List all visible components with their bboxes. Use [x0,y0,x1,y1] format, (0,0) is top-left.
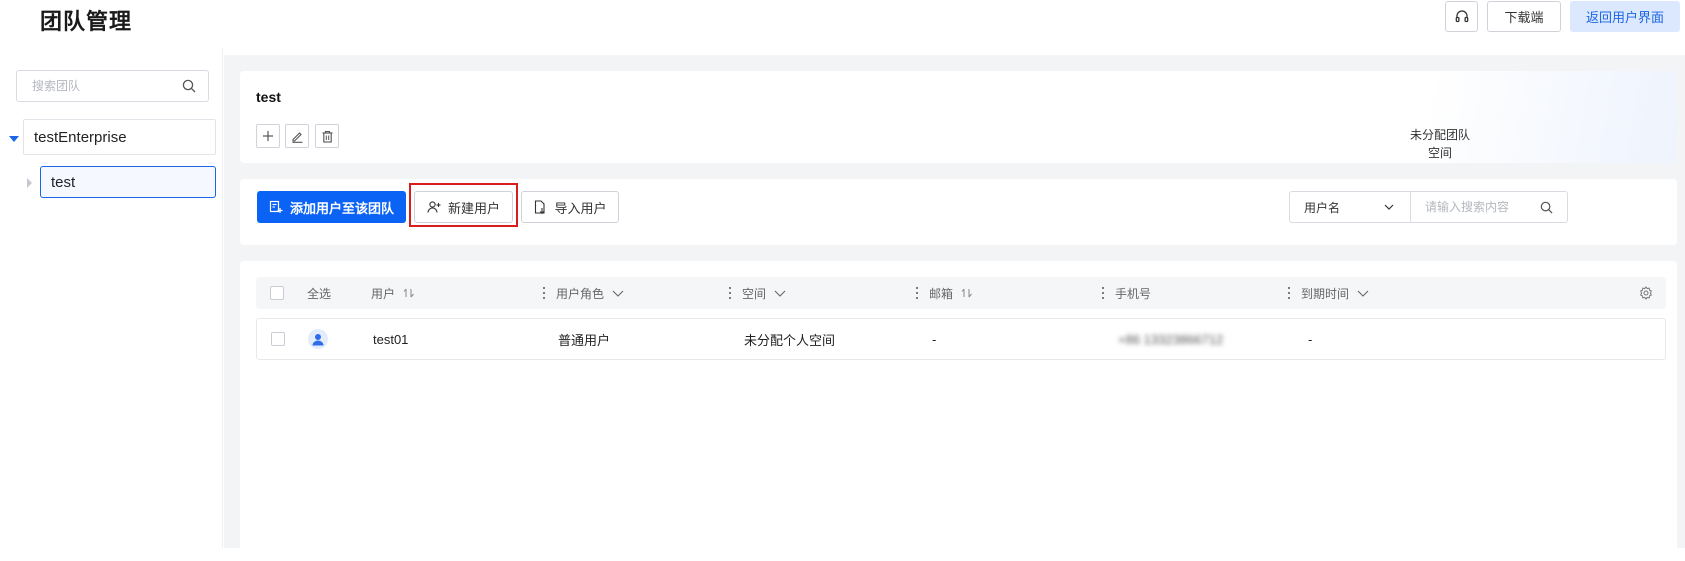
row-checkbox[interactable] [271,332,285,346]
column-header-email[interactable]: 邮箱 [929,277,973,309]
column-resize-handle[interactable] [1287,287,1290,299]
import-file-icon [535,200,546,214]
search-icon[interactable] [182,79,196,93]
column-header-expiry-label: 到期时间 [1301,286,1350,301]
expand-arrow-icon[interactable] [9,136,19,142]
collapse-arrow-icon[interactable] [27,178,32,188]
download-client-button[interactable]: 下载端 [1487,1,1561,32]
cell-role: 普通用户 [558,332,611,348]
import-user-button[interactable]: 导入用户 [521,191,619,223]
chevron-down-icon[interactable] [1357,290,1369,297]
cell-phone: +86 13323866712 [1118,331,1224,347]
unassigned-team-space-label: 未分配团队 空间 [1397,126,1483,162]
team-sidebar: testEnterprise test [0,48,223,548]
column-header-role-label: 用户角色 [556,286,605,301]
search-field-value: 用户名 [1304,200,1341,215]
column-resize-handle[interactable] [728,287,731,299]
avatar [308,329,328,349]
chevron-down-icon [1384,204,1394,210]
user-table-card: 全选 用户 用户角色 空间 邮箱 手机号 到期时间 test01 普通用户 未分… [240,261,1677,561]
headset-icon [1455,9,1468,22]
column-header-expiry[interactable]: 到期时间 [1301,277,1369,309]
tree-node-enterprise[interactable]: testEnterprise [23,119,216,155]
add-subteam-button[interactable] [256,124,280,148]
edit-icon [291,131,302,143]
delete-team-button[interactable] [315,124,339,148]
cell-expiry: - [1308,331,1313,347]
user-search-box[interactable] [1410,191,1568,223]
import-user-label: 导入用户 [554,200,607,216]
add-user-to-team-label: 添加用户至该团队 [289,200,394,216]
top-header: 团队管理 下载端 返回用户界面 [0,0,1685,48]
column-settings-button[interactable] [1639,277,1653,309]
unassigned-space-line1: 未分配团队 [1409,128,1470,142]
user-search-input[interactable] [1425,200,1535,214]
cell-space: 未分配个人空间 [744,332,836,348]
column-header-space-label: 空间 [742,286,767,301]
sort-icon[interactable] [961,288,973,298]
table-header: 全选 用户 用户角色 空间 邮箱 手机号 到期时间 [256,277,1666,309]
chevron-down-icon[interactable] [612,290,624,297]
highlight-box [409,183,518,227]
team-search-box[interactable] [16,70,209,102]
back-to-user-view-button[interactable]: 返回用户界面 [1570,1,1680,32]
add-to-list-icon [269,200,283,213]
gear-icon [1640,286,1652,300]
column-header-role[interactable]: 用户角色 [556,277,624,309]
select-all-label: 全选 [307,286,332,301]
user-avatar-icon [312,334,324,346]
customer-service-button[interactable] [1445,1,1478,32]
search-field-select[interactable]: 用户名 [1289,191,1411,223]
trash-icon [322,130,332,143]
team-name: test [256,89,281,105]
unassigned-space-line2: 空间 [1427,146,1452,160]
tree-node-team[interactable]: test [40,166,216,198]
edit-team-button[interactable] [285,124,309,148]
column-resize-handle[interactable] [1101,287,1104,299]
column-header-phone[interactable]: 手机号 [1115,277,1151,309]
column-header-space[interactable]: 空间 [742,277,786,309]
cell-user[interactable]: test01 [373,319,408,359]
page-title: 团队管理 [40,9,133,34]
column-header-user-label: 用户 [371,286,396,301]
sort-icon[interactable] [403,288,415,298]
column-resize-handle[interactable] [915,287,918,299]
select-all-checkbox[interactable] [270,286,284,300]
cell-email: - [932,331,937,347]
action-bar: 添加用户至该团队 新建用户 导入用户 用户名 [240,179,1677,245]
column-header-email-label: 邮箱 [929,286,954,301]
search-icon[interactable] [1540,201,1553,214]
plus-icon [263,131,273,141]
main-content: test 未分配团队 空间 添加用户至该团队 新建用户 导入用户 用户名 请输入… [224,55,1685,561]
team-info-card: test 未分配团队 空间 [240,71,1677,163]
add-user-to-team-button[interactable]: 添加用户至该团队 [257,191,406,223]
table-row[interactable]: test01 普通用户 未分配个人空间 - +86 13323866712 - [256,318,1666,360]
column-header-user[interactable]: 用户 [371,277,415,309]
column-resize-handle[interactable] [542,287,545,299]
chevron-down-icon[interactable] [774,290,786,297]
team-search-input[interactable] [32,79,182,93]
